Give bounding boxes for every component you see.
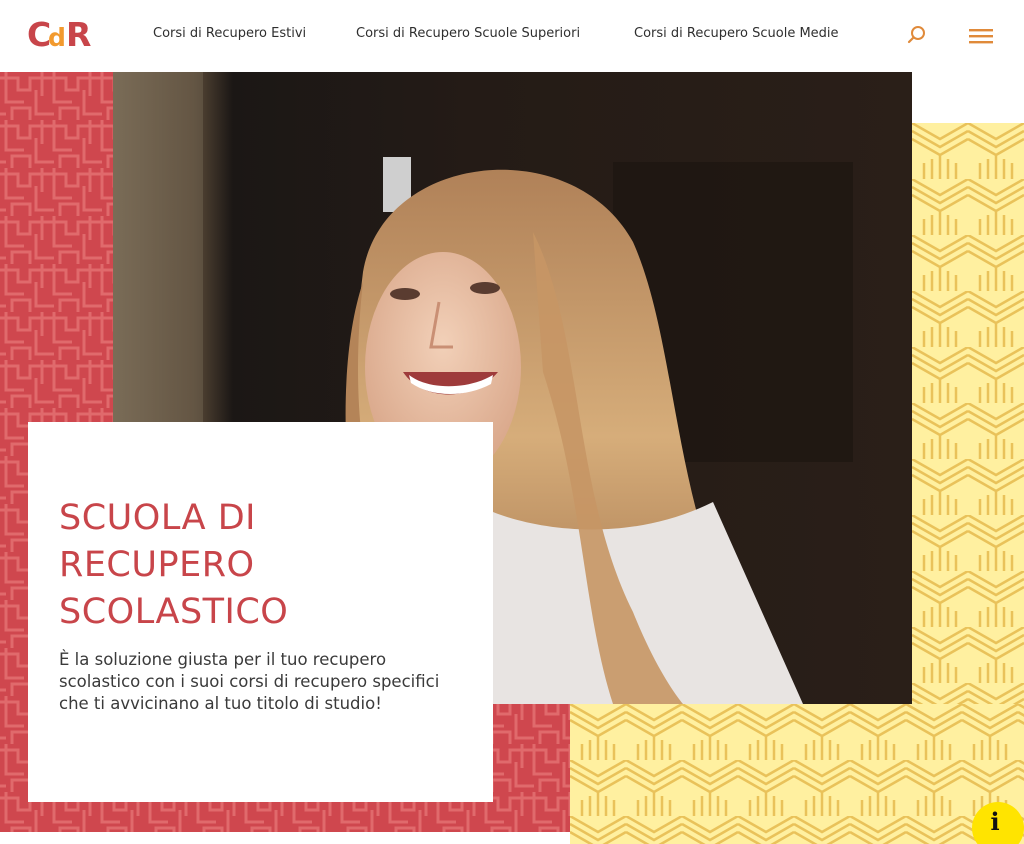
site-header: C d R Corsi di Recupero Estivi Corsi di … <box>0 0 1024 72</box>
svg-text:R: R <box>66 15 91 53</box>
hamburger-menu-icon <box>969 29 993 44</box>
search-icon <box>907 26 925 44</box>
nav-item-medie[interactable]: Corsi di Recupero Scuole Medie <box>634 26 839 41</box>
hero-card: SCUOLA DI RECUPERO SCOLASTICO È la soluz… <box>28 422 493 802</box>
yellow-geometric-pattern-bottom <box>570 704 1024 844</box>
info-icon: i <box>990 806 1000 836</box>
nav-item-estivi[interactable]: Corsi di Recupero Estivi <box>153 26 306 41</box>
site-logo[interactable]: C d R <box>27 15 97 53</box>
hero-section: SCUOLA DI RECUPERO SCOLASTICO È la soluz… <box>0 72 1024 844</box>
logo-mark: C d R <box>27 15 91 53</box>
nav-item-superiori[interactable]: Corsi di Recupero Scuole Superiori <box>356 26 580 41</box>
hero-title: SCUOLA DI RECUPERO SCOLASTICO <box>59 498 289 632</box>
search-button[interactable] <box>906 24 928 46</box>
svg-text:d: d <box>48 23 66 52</box>
menu-button[interactable] <box>968 26 994 46</box>
hero-description: È la soluzione giusta per il tuo recuper… <box>59 650 440 713</box>
